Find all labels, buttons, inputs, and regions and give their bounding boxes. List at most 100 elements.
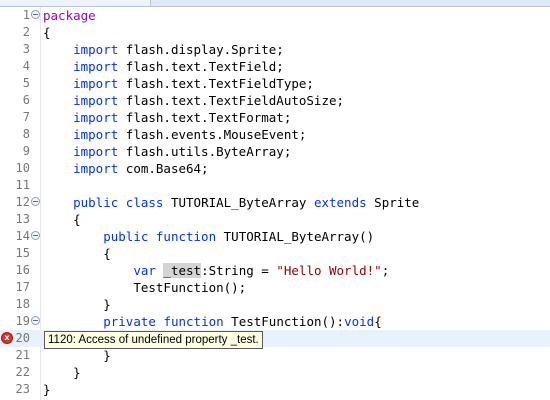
line-number: 6 <box>22 93 30 107</box>
code-rest: flash.display.Sprite; <box>118 42 284 57</box>
code-rest: } <box>103 297 111 312</box>
editor-tab[interactable] <box>0 0 151 6</box>
code-text: TestFunction(); <box>43 279 246 296</box>
code-text: import com.Base64; <box>43 160 209 177</box>
code-text: private function TestFunction():void{ <box>43 313 382 330</box>
error-tooltip: 1120: Access of undefined property _test… <box>44 331 263 349</box>
code-text: } <box>43 296 111 313</box>
line-number: 16 <box>15 263 30 277</box>
fold-collapse-icon[interactable] <box>31 197 40 206</box>
code-line-9[interactable]: 9 import flash.utils.ByteArray; <box>0 143 550 160</box>
code-type: :String = <box>201 263 277 278</box>
code-rest: flash.text.TextFieldType; <box>118 76 314 91</box>
line-number: 3 <box>22 42 30 56</box>
code-line-15[interactable]: 15 { <box>0 245 550 262</box>
code-text: import flash.events.MouseEvent; <box>43 126 306 143</box>
code-text: { <box>43 25 51 40</box>
code-rest: TUTORIAL_ByteArray() <box>216 229 375 244</box>
code-rest: flash.text.TextFormat; <box>118 110 292 125</box>
code-line-23[interactable]: 23 } <box>0 381 550 398</box>
code-line-13[interactable]: 13 { <box>0 211 550 228</box>
code-rest: flash.events.MouseEvent; <box>118 127 307 142</box>
line-number: 14 <box>15 229 30 243</box>
line-number: 4 <box>22 59 30 73</box>
code-rest: Sprite <box>366 195 420 210</box>
code-text: var _test:String = "Hello World!"; <box>43 262 389 279</box>
fold-collapse-icon[interactable] <box>31 231 40 240</box>
code-text: } <box>43 382 51 397</box>
code-end: { <box>374 314 382 329</box>
keyword: import <box>73 42 119 57</box>
editor-tab-bar <box>0 0 550 7</box>
code-text: public class TUTORIAL_ByteArray extends … <box>43 194 419 211</box>
code-rest: TestFunction(): <box>223 314 345 329</box>
code-end: ; <box>381 263 390 278</box>
fold-collapse-icon[interactable] <box>31 10 40 19</box>
code-rest: } <box>103 348 111 363</box>
code-text: } <box>43 347 111 364</box>
keyword: import <box>73 144 119 159</box>
line-number: 11 <box>15 178 30 192</box>
line-number: 18 <box>15 297 30 311</box>
keyword: var <box>133 263 156 278</box>
keyword: import <box>73 76 119 91</box>
line-number: 13 <box>15 212 30 226</box>
code-line-8[interactable]: 8 import flash.events.MouseEvent; <box>0 126 550 143</box>
code-line-17[interactable]: 17 TestFunction(); <box>0 279 550 296</box>
line-number: 12 <box>15 195 30 209</box>
line-number: 22 <box>15 365 30 379</box>
keyword: class <box>125 195 164 210</box>
code-line-12[interactable]: 12 public class TUTORIAL_ByteArray exten… <box>0 194 550 211</box>
code-text: { <box>43 211 81 228</box>
code-rest: } <box>73 365 81 380</box>
code-line-5[interactable]: 5 import flash.text.TextFieldType; <box>0 75 550 92</box>
line-number: 21 <box>15 348 30 362</box>
code-line-11[interactable]: 11 <box>0 177 550 194</box>
line-number: 10 <box>15 161 30 175</box>
code-line-2[interactable]: 2 { <box>0 24 550 41</box>
line-number: 8 <box>22 127 30 141</box>
line-number: 23 <box>15 382 30 396</box>
code-line-1[interactable]: 1 package <box>0 7 550 24</box>
line-number: 9 <box>22 144 30 158</box>
code-text: import flash.utils.ByteArray; <box>43 143 291 160</box>
occurrence-highlight: _test <box>163 263 202 278</box>
code-text: { <box>43 245 111 262</box>
code-rest: com.Base64; <box>118 161 209 176</box>
string-literal: "Hello World!" <box>276 263 382 278</box>
line-number: 20 <box>15 331 30 345</box>
code-rest: flash.utils.ByteArray; <box>118 144 292 159</box>
code-line-19[interactable]: 19 private function TestFunction():void{ <box>0 313 550 330</box>
line-number: 5 <box>22 76 30 90</box>
code-line-18[interactable]: 18 } <box>0 296 550 313</box>
code-line-4[interactable]: 4 import flash.text.TextField; <box>0 58 550 75</box>
code-line-16[interactable]: 16 var _test:String = "Hello World!"; <box>0 262 550 279</box>
code-line-21[interactable]: 21 } <box>0 347 550 364</box>
keyword: import <box>73 110 119 125</box>
code-text: package <box>43 7 96 24</box>
code-rest: flash.text.TextField; <box>118 59 284 74</box>
code-line-14[interactable]: 14 public function TUTORIAL_ByteArray() <box>0 228 550 245</box>
code-rest: { <box>73 212 81 227</box>
code-rest: flash.text.TextFieldAutoSize; <box>118 93 345 108</box>
code-text: import flash.text.TextFieldAutoSize; <box>43 92 344 109</box>
code-line-7[interactable]: 7 import flash.text.TextFormat; <box>0 109 550 126</box>
code-rest: TestFunction(); <box>133 280 247 295</box>
code-text: public function TUTORIAL_ByteArray() <box>43 228 374 245</box>
code-line-10[interactable]: 10 import com.Base64; <box>0 160 550 177</box>
code-text: import flash.text.TextFieldType; <box>43 75 314 92</box>
line-number: 2 <box>22 25 30 39</box>
keyword: function <box>163 314 224 329</box>
line-number: 15 <box>15 246 30 260</box>
line-number: 17 <box>15 280 30 294</box>
keyword: function <box>155 229 217 244</box>
code-line-3[interactable]: 3 import flash.display.Sprite; <box>0 41 550 58</box>
code-line-6[interactable]: 6 import flash.text.TextFieldAutoSize; <box>0 92 550 109</box>
fold-collapse-icon[interactable] <box>31 316 40 325</box>
keyword: import <box>73 59 119 74</box>
keyword: private <box>103 314 156 329</box>
keyword: extends <box>313 195 367 210</box>
code-text: } <box>43 364 81 381</box>
keyword: import <box>73 127 119 142</box>
code-line-22[interactable]: 22 } <box>0 364 550 381</box>
